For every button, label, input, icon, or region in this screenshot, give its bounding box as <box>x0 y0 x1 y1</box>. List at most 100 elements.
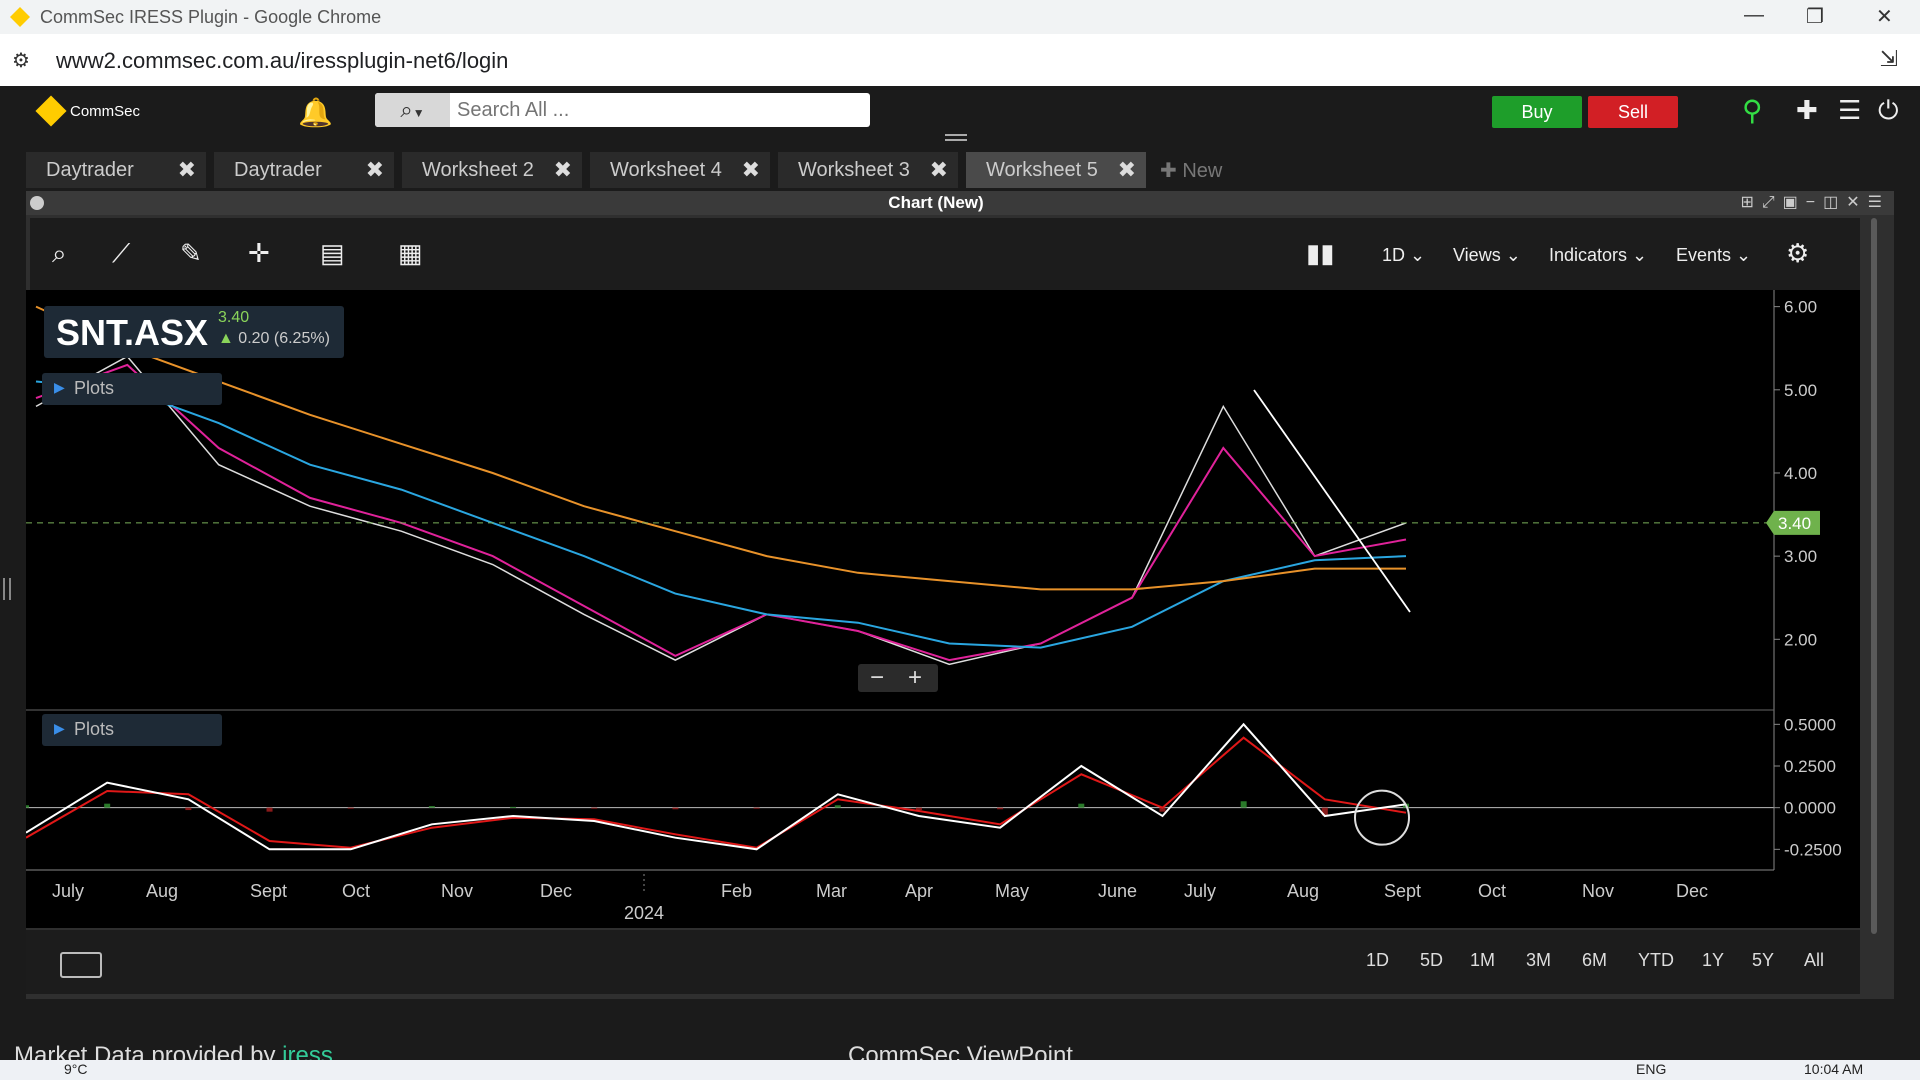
macd-histogram-bar <box>672 807 679 810</box>
close-window-button[interactable]: ✕ <box>1876 4 1893 29</box>
tab-worksheet-4[interactable]: Worksheet 4 ✖ <box>590 152 770 188</box>
search-type-dropdown[interactable]: ⌕▼ <box>375 93 450 127</box>
symbol-price: 3.40 <box>218 309 250 326</box>
vertical-scrollbar[interactable] <box>1871 218 1877 934</box>
site-settings-icon[interactable]: ⚙ <box>12 48 30 73</box>
range-5y[interactable]: 5Y <box>1752 950 1774 971</box>
minimize-button[interactable]: — <box>1744 4 1764 27</box>
range-ytd[interactable]: YTD <box>1638 950 1674 971</box>
plots-toggle-macd[interactable]: ▶ Plots <box>42 714 222 746</box>
close-tab-icon[interactable]: ✖ <box>554 157 572 183</box>
range-1m[interactable]: 1M <box>1470 950 1495 971</box>
data-table-icon[interactable]: ▦ <box>398 238 423 269</box>
x-tick-label: Feb <box>721 881 752 901</box>
candlestick-type-icon[interactable]: ▮▮ <box>1306 238 1335 269</box>
x-tick-label: Sept <box>250 881 287 901</box>
symbol-change-value: 0.20 (6.25%) <box>238 330 330 347</box>
settings-gear-icon[interactable]: ⚙ <box>1786 238 1809 269</box>
tab-label: Worksheet 2 <box>422 159 534 181</box>
worksheet-tabs: Daytrader ✖ Daytrader ✖ Worksheet 2 ✖ Works… <box>26 152 1222 188</box>
power-icon[interactable]: ⏻ <box>1878 95 1899 127</box>
close-tab-icon[interactable]: ✖ <box>366 157 384 183</box>
keyboard-icon[interactable] <box>60 952 102 978</box>
close-tab-icon[interactable]: ✖ <box>742 157 760 183</box>
location-pin-icon[interactable]: ⚲ <box>1742 94 1763 127</box>
search-icon: ⌕ <box>400 97 413 122</box>
language-indicator[interactable]: ENG <box>1636 1061 1666 1077</box>
clock-time: 10:04 AM <box>1804 1061 1864 1077</box>
tab-daytrader-2[interactable]: Daytrader ✖ <box>214 152 394 188</box>
symbol-legend: SNT.ASX 3.40 ▲ 0.20 (6.25%) <box>44 306 344 358</box>
tab-worksheet-2[interactable]: Worksheet 2 ✖ <box>402 152 582 188</box>
y-tick-label: 6.00 <box>1784 298 1817 317</box>
range-all[interactable]: All <box>1804 950 1824 971</box>
symbol-change: ▲ 0.20 (6.25%) <box>218 330 330 348</box>
macd-histogram-bar <box>347 807 354 809</box>
close-tab-icon[interactable]: ✖ <box>930 157 948 183</box>
zoom-control: − + <box>858 664 938 692</box>
zoom-in-button[interactable]: + <box>908 664 922 692</box>
zoom-search-icon[interactable]: ⌕ <box>52 238 67 270</box>
tab-daytrader-1[interactable]: Daytrader ✖ <box>26 152 206 188</box>
indicators-label: Indicators <box>1549 245 1628 265</box>
range-1d[interactable]: 1D <box>1366 950 1389 971</box>
new-tab-button[interactable]: ✚ New <box>1154 152 1222 188</box>
restore-button[interactable]: ❐ <box>1806 4 1824 29</box>
tab-label: Worksheet 3 <box>798 159 910 181</box>
y-tick-label: 5.00 <box>1784 381 1817 400</box>
range-5d[interactable]: 5D <box>1420 950 1443 971</box>
zoom-out-button[interactable]: − <box>870 664 884 692</box>
x-tick-label: Aug <box>146 881 178 901</box>
notifications-bell-icon[interactable]: 🔔 <box>298 96 333 129</box>
tab-label: Worksheet 4 <box>610 159 722 181</box>
tab-worksheet-5[interactable]: Worksheet 5 ✖ <box>966 152 1146 188</box>
interval-dropdown[interactable]: 1D ⌄ <box>1382 245 1425 266</box>
range-1y[interactable]: 1Y <box>1702 950 1724 971</box>
url-field[interactable]: www2.commsec.com.au/iressplugin-net6/log… <box>56 48 508 74</box>
range-6m[interactable]: 6M <box>1582 950 1607 971</box>
buy-button[interactable]: Buy <box>1492 96 1582 128</box>
expand-triangle-icon: ▶ <box>54 379 65 395</box>
brand-name: CommSec <box>70 102 141 120</box>
add-widget-icon[interactable]: ✚ <box>1796 95 1818 126</box>
draw-pencil-icon[interactable]: ✎ <box>180 238 202 269</box>
chart-area[interactable]: 6.00 5.00 4.00 3.00 2.00 3.40 0.5000 0.2500 0.00… <box>23 290 1860 928</box>
x-tick-label: Nov <box>1582 881 1614 901</box>
commsec-brand[interactable]: CommSec <box>35 95 141 127</box>
macd-line <box>25 722 1407 851</box>
search-input[interactable] <box>455 95 859 125</box>
price-chart-svg[interactable]: 6.00 5.00 4.00 3.00 2.00 3.40 0.5000 0.2500 0.00… <box>23 290 1860 928</box>
plots-label: Plots <box>74 719 115 739</box>
highlight-circle <box>1354 789 1410 846</box>
new-tab-label: New <box>1182 160 1223 182</box>
annotation-icon[interactable]: ▤ <box>320 238 345 269</box>
drag-handle-icon[interactable] <box>945 134 967 141</box>
macd-histogram-bar <box>510 806 517 808</box>
views-dropdown[interactable]: Views ⌄ <box>1453 245 1521 266</box>
tab-worksheet-3[interactable]: Worksheet 3 ✖ <box>778 152 958 188</box>
panel-title: Chart (New) <box>888 193 984 212</box>
macd-histogram-bar <box>753 807 760 809</box>
x-tick-label: July <box>1184 881 1216 901</box>
macd-histogram-bar <box>591 807 598 809</box>
range-3m[interactable]: 3M <box>1526 950 1551 971</box>
install-app-icon[interactable]: ⇲ <box>1880 46 1898 72</box>
menu-icon[interactable]: ☰ <box>1838 95 1861 126</box>
x-tick-label: Mar <box>816 881 847 901</box>
y-tick-label: 3.00 <box>1784 547 1817 566</box>
windows-taskbar: 9°C ENG 10:04 AM <box>0 1060 1920 1080</box>
macd-histogram-bar <box>266 807 273 812</box>
search-box: ⌕▼ <box>375 93 870 127</box>
chart-toolbar: ⌕ ⟋ ✎ ✛ ▤ ▦ ▮▮ 1D ⌄ Views ⌄ Indicators ⌄… <box>30 218 1860 290</box>
close-tab-icon[interactable]: ✖ <box>1118 157 1136 183</box>
indicators-dropdown[interactable]: Indicators ⌄ <box>1549 245 1647 266</box>
plots-toggle-price[interactable]: ▶ Plots <box>42 373 222 405</box>
close-tab-icon[interactable]: ✖ <box>178 157 196 183</box>
crosshair-icon[interactable]: ✛ <box>248 238 270 269</box>
panel-window-controls[interactable]: ⊞⤢▣−◫✕☰ <box>1740 192 1890 212</box>
sell-button[interactable]: Sell <box>1588 96 1678 128</box>
side-resize-handle[interactable] <box>3 578 11 600</box>
trend-line-icon[interactable]: ⟋ <box>112 238 130 270</box>
events-dropdown[interactable]: Events ⌄ <box>1676 245 1751 266</box>
x-tick-label: May <box>995 881 1029 901</box>
